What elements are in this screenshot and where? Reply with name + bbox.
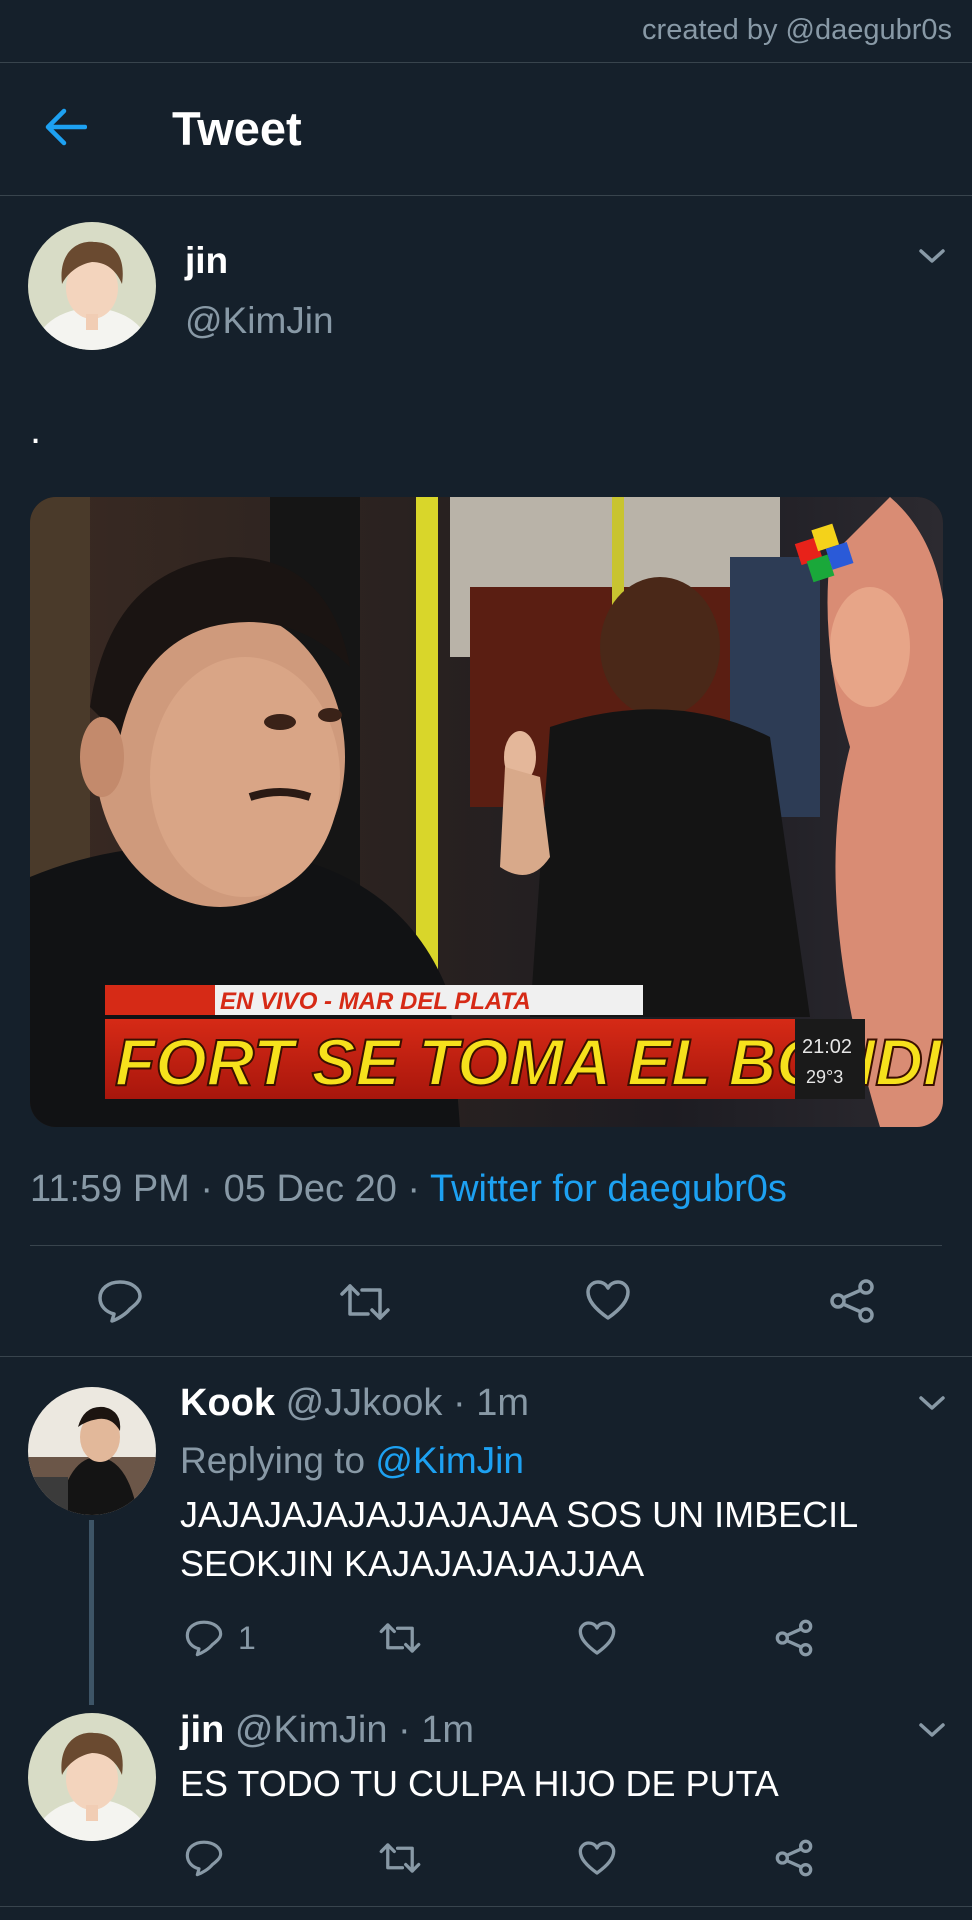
back-button[interactable]: [40, 101, 92, 153]
avatar[interactable]: [28, 222, 156, 350]
reply-text-line: JAJAJAJAJAJJAJAJAA SOS UN IMBECIL: [180, 1494, 859, 1535]
reply-button[interactable]: 1: [184, 1618, 256, 1658]
reply-button[interactable]: [96, 1278, 144, 1324]
tweet-media-image[interactable]: EN VIVO - MAR DEL PLATA FORT SE TOMA EL …: [30, 497, 943, 1127]
avatar[interactable]: [28, 1713, 156, 1841]
heart-icon: [578, 1841, 616, 1875]
meta-separator: ·: [398, 1709, 411, 1751]
avatar[interactable]: [28, 1387, 156, 1515]
meta-separator: ·: [407, 1168, 421, 1210]
reply-icon: [185, 1620, 223, 1657]
credit-text: created by @daegubr0s: [642, 14, 952, 46]
reply-time: 1m: [421, 1709, 475, 1751]
reply-text: ES TODO TU CULPA HIJO DE PUTA: [180, 1763, 779, 1804]
reply-author-name[interactable]: Kook: [180, 1382, 275, 1424]
divider: [30, 1245, 942, 1246]
page-title: Tweet: [172, 102, 302, 155]
reply-author-handle[interactable]: @JJkook: [286, 1382, 443, 1424]
thread-connector-line: [89, 1520, 94, 1705]
header-bar: Tweet: [0, 63, 972, 196]
author-handle[interactable]: @KimJin: [185, 300, 334, 342]
share-icon: [775, 1619, 813, 1657]
chevron-down-icon: [919, 1723, 945, 1737]
divider: [0, 1356, 972, 1357]
media-temperature: 29°3: [806, 1067, 843, 1087]
like-button[interactable]: [577, 1839, 617, 1877]
tweet-source-link[interactable]: Twitter for daegubr0s: [430, 1168, 787, 1210]
reply-author-name[interactable]: jin: [180, 1709, 224, 1751]
reply-icon: [185, 1840, 223, 1877]
tweet-date: 05 Dec 20: [223, 1168, 397, 1210]
tweet-metadata: 11:59 PM · 05 Dec 20 · Twitter for daegu…: [30, 1168, 787, 1211]
reply-icon: [98, 1280, 142, 1323]
media-caption-small: EN VIVO - MAR DEL PLATA: [220, 988, 531, 1015]
retweet-button[interactable]: [338, 1280, 392, 1324]
tweet-time: 11:59 PM: [30, 1168, 190, 1210]
media-clock: 21:02: [802, 1036, 852, 1058]
replying-to-line: Replying to @KimJin: [180, 1440, 524, 1482]
reply-text-line: SEOKJIN KAJAJAJAJAJJAA: [180, 1543, 645, 1584]
retweet-icon: [340, 1284, 390, 1320]
share-icon: [830, 1279, 874, 1323]
meta-separator: ·: [200, 1168, 214, 1210]
reply-count: 1: [238, 1619, 256, 1656]
divider: [0, 1906, 972, 1907]
share-button[interactable]: [774, 1838, 814, 1878]
reply-header: jin @KimJin · 1m: [180, 1709, 474, 1752]
tweet-menu-button[interactable]: [918, 1393, 946, 1418]
heart-icon: [586, 1280, 630, 1320]
reply-time: 1m: [476, 1382, 529, 1424]
tweet-menu-button[interactable]: [918, 1720, 946, 1745]
retweet-button[interactable]: [378, 1840, 422, 1876]
reply-author-handle[interactable]: @KimJin: [235, 1709, 388, 1751]
share-icon: [775, 1839, 813, 1877]
like-button[interactable]: [584, 1278, 632, 1322]
replying-to-link[interactable]: @KimJin: [375, 1440, 524, 1481]
chevron-down-icon: [919, 1396, 945, 1410]
author-name[interactable]: jin: [185, 240, 228, 282]
heart-icon: [578, 1621, 616, 1655]
meta-separator: ·: [452, 1382, 466, 1424]
tweet-menu-button[interactable]: [918, 246, 946, 271]
retweet-icon: [379, 1843, 421, 1873]
replying-label: Replying to: [180, 1440, 366, 1481]
like-button[interactable]: [577, 1619, 617, 1657]
tweet-text: .: [30, 408, 42, 452]
arrow-left-icon: [45, 108, 87, 146]
share-button[interactable]: [828, 1278, 876, 1324]
reply-text: JAJAJAJAJAJJAJAJAA SOS UN IMBECIL SEOKJI…: [180, 1490, 940, 1588]
reply-header: Kook @JJkook · 1m: [180, 1382, 529, 1425]
retweet-icon: [379, 1623, 421, 1653]
retweet-button[interactable]: [378, 1620, 422, 1656]
reply-button[interactable]: [184, 1838, 224, 1878]
share-button[interactable]: [774, 1618, 814, 1658]
chevron-down-icon: [919, 249, 945, 263]
